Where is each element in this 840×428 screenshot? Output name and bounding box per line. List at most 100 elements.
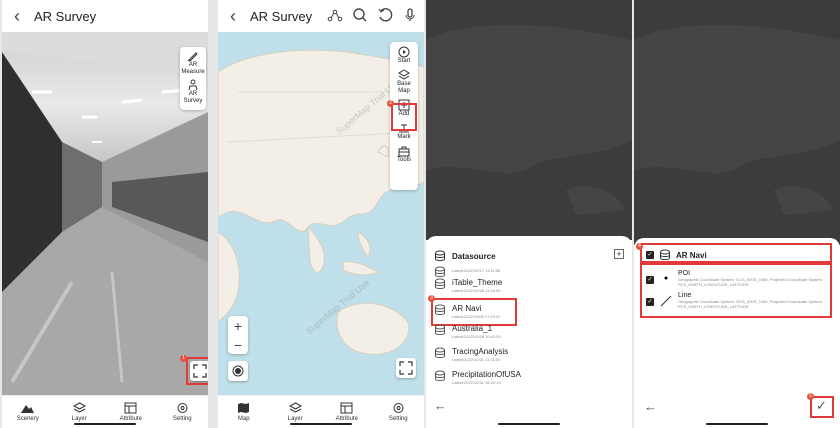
layers-icon	[398, 69, 410, 80]
share-icon[interactable]	[327, 7, 343, 23]
tool-label: AR Measure	[181, 62, 205, 75]
tab-label: Setting	[388, 416, 408, 422]
tab-label: Layer	[71, 416, 87, 422]
layers-icon	[72, 402, 86, 413]
tool-label: Mark	[397, 134, 411, 140]
tab-label: Layer	[287, 416, 303, 422]
header-actions	[327, 7, 418, 23]
table-icon	[124, 402, 137, 414]
tab-setting[interactable]: Setting	[157, 396, 209, 428]
list-item[interactable]: Latest:2022/10/17 11:11:58	[434, 266, 500, 278]
layer-sheet: ✓ AR Navi 4 ✓ ● POI Geographic Coordinat…	[634, 238, 840, 428]
step-badge: 2	[387, 100, 394, 107]
undo-icon[interactable]	[377, 7, 393, 23]
database-icon	[435, 278, 445, 289]
add-datasource-icon[interactable]: +	[614, 249, 624, 259]
tab-label: Setting	[172, 416, 192, 422]
tab-scenery[interactable]: Scenery	[2, 396, 54, 428]
sheet-title: Datasource	[452, 251, 496, 261]
back-arrow-icon[interactable]: ←	[434, 398, 447, 413]
ar-measure-tool[interactable]: AR Measure	[181, 50, 205, 76]
ar-toolbox: AR Measure AR Survey	[180, 47, 206, 110]
tab-label: Attribute	[335, 416, 358, 422]
dim-map-shapes	[634, 25, 840, 215]
highlight-box	[431, 298, 517, 326]
map-icon	[238, 403, 250, 413]
sheet-header: Datasource +	[434, 249, 624, 263]
header: ‹ AR Survey	[218, 0, 424, 32]
screen-ar-camera: ‹ AR Survey AR Measure AR Survey 1 Scene…	[2, 0, 208, 428]
item-name: iTable_Theme	[452, 278, 503, 287]
layers-icon	[288, 402, 302, 413]
database-icon	[435, 324, 445, 335]
play-icon	[398, 46, 410, 58]
layer-name: POI	[678, 270, 691, 277]
tools-tool[interactable]: Tools	[397, 145, 411, 164]
ruler-pen-icon	[187, 52, 198, 62]
point-icon: ●	[663, 275, 669, 282]
search-icon[interactable]	[352, 7, 368, 23]
list-item[interactable]: Australia_1 Latest:2022/10/28 10:41:53	[434, 324, 501, 339]
home-indicator	[498, 423, 560, 425]
map-canvas[interactable]: SuperMap Trial Use SuperMap Trial Use St…	[218, 32, 424, 395]
tab-setting[interactable]: Setting	[373, 396, 425, 428]
zoom-control: + −	[228, 316, 248, 354]
layer-desc: Geographic Coordinate System: GCS_WGS_19…	[678, 277, 823, 287]
back-arrow-icon[interactable]: ‹	[6, 6, 28, 27]
record-button[interactable]	[228, 361, 248, 381]
tab-map[interactable]: Map	[218, 396, 270, 428]
item-name: PrecipitationOfUSA	[452, 370, 521, 379]
tool-label: Tools	[396, 157, 411, 163]
zoom-out-icon[interactable]: −	[234, 337, 242, 353]
expand-icon	[193, 364, 207, 378]
back-arrow-icon[interactable]: ←	[644, 399, 657, 414]
checkbox-checked[interactable]: ✓	[646, 276, 654, 284]
screen-layer-select: ✓ AR Navi 4 ✓ ● POI Geographic Coordinat…	[634, 0, 840, 428]
item-date: Latest:2022/10/28 10:41:53	[452, 334, 501, 339]
ar-survey-tool[interactable]: AR Survey	[181, 79, 205, 105]
highlight-box	[640, 243, 832, 263]
list-item[interactable]: PrecipitationOfUSA Latest:2022/10/31 16:2…	[434, 370, 521, 385]
database-icon	[435, 250, 445, 261]
screen-datasource: Datasource + Latest:2022/10/17 11:11:58 …	[426, 0, 632, 428]
tool-label: AR Survey	[183, 91, 203, 104]
screen-map: ‹ AR Survey SuperMap Trial Use SuperMap …	[218, 0, 424, 428]
fullscreen-button[interactable]	[396, 358, 416, 378]
line-icon	[660, 295, 672, 307]
item-date: Latest:2022/10/17 11:11:58	[452, 268, 501, 273]
header: ‹ AR Survey	[2, 0, 208, 32]
step-badge: 3	[428, 295, 435, 302]
record-icon	[232, 365, 244, 377]
step-badge: 5	[807, 393, 814, 400]
item-date: Latest:2022/10/31 16:21:13	[452, 380, 501, 385]
zoom-in-icon[interactable]: +	[234, 318, 242, 334]
table-icon	[340, 402, 353, 414]
highlight-box	[391, 103, 417, 131]
tool-label: Base Map	[397, 81, 411, 94]
item-date: Latest:2022/10/31 11:11:50	[452, 357, 501, 362]
dimmed-map	[634, 0, 840, 245]
start-tool[interactable]: Start	[398, 46, 410, 65]
database-icon	[435, 370, 445, 381]
dim-map-shapes	[426, 25, 632, 215]
layer-row-poi[interactable]: ✓ ● POI Geographic Coordinate System: GC…	[646, 270, 828, 287]
database-icon	[435, 266, 445, 277]
tab-label: Map	[237, 416, 250, 422]
list-item[interactable]: iTable_Theme Latest:2022/10/28 11:15:55	[434, 278, 502, 293]
microphone-icon[interactable]	[402, 7, 418, 23]
dimmed-map	[426, 0, 632, 240]
checkbox-checked[interactable]: ✓	[646, 298, 654, 306]
person-scan-icon	[188, 79, 198, 91]
item-date: Latest:2022/10/28 11:15:55	[452, 288, 501, 293]
back-arrow-icon[interactable]: ‹	[222, 6, 244, 27]
base-map-tool[interactable]: Base Map	[393, 69, 415, 95]
step-badge: 4	[636, 243, 643, 250]
home-indicator	[74, 423, 136, 425]
item-name: TracingAnalysis	[452, 347, 509, 356]
confirm-check-icon[interactable]: ✓	[816, 398, 827, 414]
layer-row-line[interactable]: ✓ Line Geographic Coordinate System: GCS…	[646, 292, 828, 309]
page-title: AR Survey	[250, 8, 313, 24]
database-icon	[435, 347, 445, 358]
list-item[interactable]: TracingAnalysis Latest:2022/10/31 11:11:5…	[434, 347, 508, 362]
fullscreen-button[interactable]	[190, 361, 208, 381]
